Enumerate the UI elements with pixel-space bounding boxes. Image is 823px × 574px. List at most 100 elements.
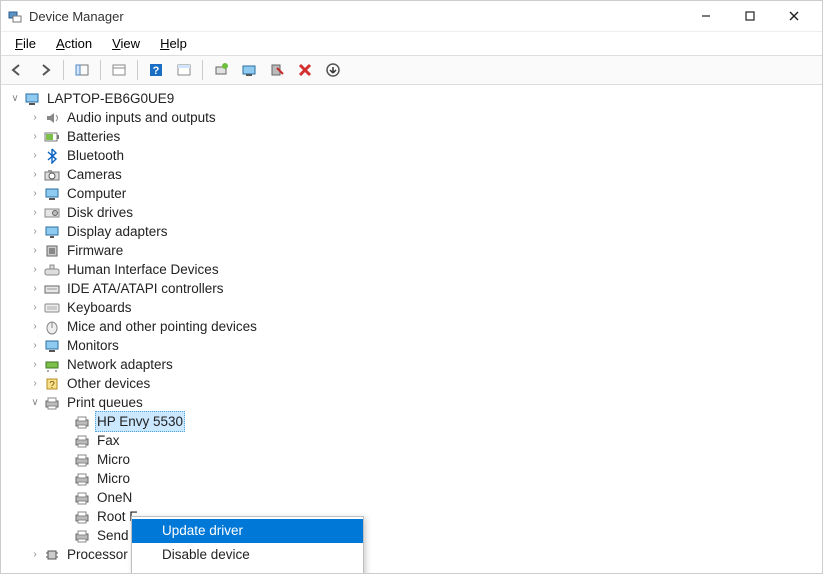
expander-icon[interactable]: › — [29, 184, 41, 203]
minimize-button[interactable] — [684, 1, 728, 31]
category-icon — [43, 357, 61, 373]
properties-button[interactable] — [107, 58, 131, 82]
computer-icon — [23, 91, 41, 107]
toolbar-separator — [202, 60, 203, 80]
context-disable-device[interactable]: Disable device — [132, 543, 363, 567]
device-tree[interactable]: ∨ LAPTOP-EB6G0UE9 › Audio inputs and outp… — [1, 85, 822, 573]
menu-help[interactable]: Help — [150, 34, 197, 53]
expander-icon[interactable]: › — [29, 355, 41, 374]
tree-category[interactable]: ›Computer — [1, 184, 822, 203]
toolbar-button[interactable] — [172, 58, 196, 82]
category-label: Cameras — [65, 165, 124, 184]
device-label: HP Envy 5530 — [95, 411, 185, 432]
help-button[interactable]: ? — [144, 58, 168, 82]
context-uninstall-device[interactable]: Uninstall device — [132, 567, 363, 573]
tree-category[interactable]: ›Display adapters — [1, 222, 822, 241]
category-icon — [43, 547, 61, 563]
show-hide-console-tree-button[interactable] — [70, 58, 94, 82]
back-button[interactable] — [5, 58, 29, 82]
tree-category[interactable]: ∨Print queues — [1, 393, 822, 412]
expander-icon[interactable]: › — [29, 222, 41, 241]
category-icon — [43, 262, 61, 278]
tree-category[interactable]: ›Bluetooth — [1, 146, 822, 165]
tree-category[interactable]: › Network adapters — [1, 355, 822, 374]
printer-icon — [73, 509, 91, 525]
category-label: Network adapters — [65, 355, 175, 374]
disable-device-button[interactable] — [265, 58, 289, 82]
expander-icon[interactable]: › — [29, 108, 41, 127]
tree-root[interactable]: ∨ LAPTOP-EB6G0UE9 — [1, 89, 822, 108]
update-driver-button[interactable] — [237, 58, 261, 82]
tree-category[interactable]: › IDE ATA/ATAPI controllers — [1, 279, 822, 298]
category-icon — [43, 205, 61, 221]
printer-icon — [73, 528, 91, 544]
menu-action[interactable]: Action — [46, 34, 102, 53]
app-icon — [7, 8, 23, 24]
toolbar-separator — [63, 60, 64, 80]
expander-icon[interactable]: › — [29, 146, 41, 165]
tree-category[interactable]: ›Batteries — [1, 127, 822, 146]
expander-icon[interactable]: › — [29, 545, 41, 564]
tree-category[interactable]: ›Keyboards — [1, 298, 822, 317]
menu-view[interactable]: View — [102, 34, 150, 53]
expander-icon[interactable]: › — [29, 374, 41, 393]
category-label: IDE ATA/ATAPI controllers — [65, 279, 226, 298]
printer-icon — [73, 414, 91, 430]
category-icon — [43, 186, 61, 202]
tree-category[interactable]: › Cameras — [1, 165, 822, 184]
category-icon — [43, 281, 61, 297]
category-label: Audio inputs and outputs — [65, 108, 218, 127]
toolbar-separator — [100, 60, 101, 80]
expander-icon[interactable]: › — [29, 203, 41, 222]
context-update-driver[interactable]: Update driver — [132, 519, 363, 543]
titlebar: Device Manager — [1, 1, 822, 31]
category-label: Mice and other pointing devices — [65, 317, 259, 336]
expander-icon[interactable]: › — [29, 165, 41, 184]
tree-category[interactable]: ›Processor — [1, 545, 822, 564]
add-legacy-hardware-button[interactable] — [321, 58, 345, 82]
menu-file[interactable]: File — [5, 34, 46, 53]
tree-device[interactable]: Micro — [1, 469, 822, 488]
expander-icon[interactable]: › — [29, 317, 41, 336]
device-label: Micro — [95, 450, 132, 469]
category-icon — [43, 395, 61, 411]
tree-category[interactable]: › Monitors — [1, 336, 822, 355]
tree-category[interactable]: › Mice and other pointing devices — [1, 317, 822, 336]
tree-device[interactable]: OneN — [1, 488, 822, 507]
tree-device[interactable]: Send — [1, 526, 822, 545]
tree-device[interactable]: Root F — [1, 507, 822, 526]
toolbar-separator — [137, 60, 138, 80]
tree-category[interactable]: › Audio inputs and outputs — [1, 108, 822, 127]
tree-device[interactable]: Micro — [1, 450, 822, 469]
category-label: Monitors — [65, 336, 121, 355]
scan-hardware-button[interactable] — [209, 58, 233, 82]
category-icon — [43, 110, 61, 126]
tree-category[interactable]: › Human Interface Devices — [1, 260, 822, 279]
expander-icon[interactable]: › — [29, 127, 41, 146]
device-label: Micro — [95, 469, 132, 488]
svg-text:?: ? — [153, 65, 160, 77]
printer-icon — [73, 490, 91, 506]
expander-icon[interactable]: › — [29, 336, 41, 355]
category-label: Disk drives — [65, 203, 135, 222]
expander-icon[interactable]: ∨ — [29, 393, 41, 412]
uninstall-device-button[interactable] — [293, 58, 317, 82]
tree-category[interactable]: › Disk drives — [1, 203, 822, 222]
tree-device[interactable]: HP Envy 5530 — [1, 412, 822, 431]
maximize-button[interactable] — [728, 1, 772, 31]
context-menu: Update driver Disable device Uninstall d… — [131, 516, 364, 573]
expander-icon[interactable]: ∨ — [9, 89, 21, 108]
tree-device[interactable]: Fax — [1, 431, 822, 450]
expander-icon[interactable]: › — [29, 260, 41, 279]
expander-icon[interactable]: › — [29, 298, 41, 317]
forward-button[interactable] — [33, 58, 57, 82]
tree-category[interactable]: ›Firmware — [1, 241, 822, 260]
category-label: Other devices — [65, 374, 152, 393]
expander-icon[interactable]: › — [29, 241, 41, 260]
tree-category[interactable]: ›?Other devices — [1, 374, 822, 393]
close-button[interactable] — [772, 1, 816, 31]
printer-icon — [73, 452, 91, 468]
expander-icon[interactable]: › — [29, 279, 41, 298]
menubar: File Action View Help — [1, 31, 822, 55]
category-label: Human Interface Devices — [65, 260, 221, 279]
